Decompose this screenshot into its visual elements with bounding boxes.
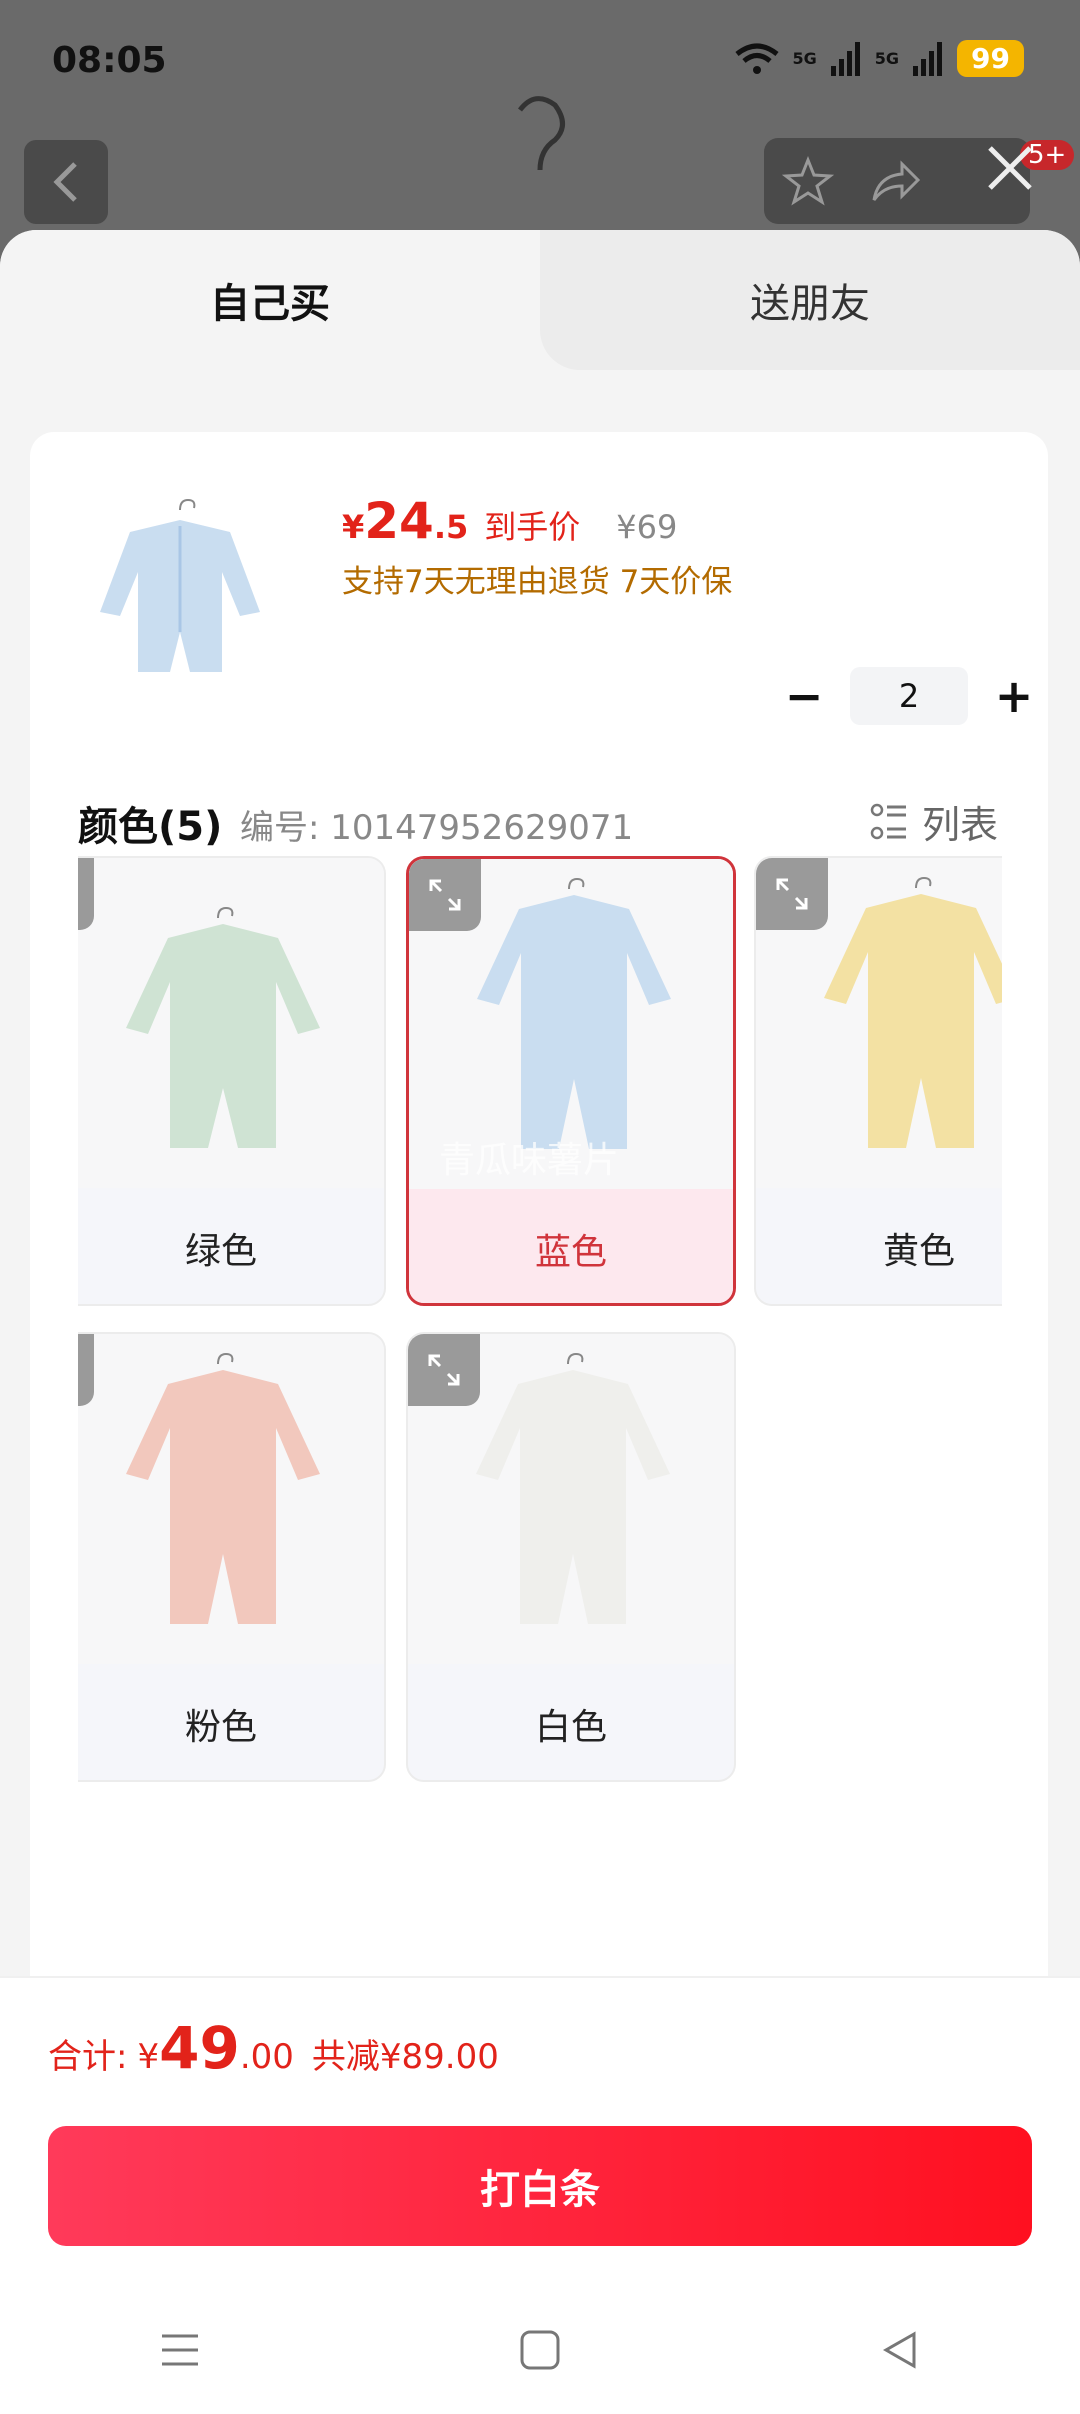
option-label: 绿色 (184, 1231, 257, 1272)
price-integer: 24 (364, 492, 434, 550)
option-label: 粉色 (184, 1707, 257, 1748)
total-decimal: .00 (239, 2037, 294, 2077)
hanger-icon (518, 96, 565, 171)
tab-send-friend[interactable]: 送朋友 (540, 230, 1080, 370)
original-price: ¥69 (616, 508, 678, 546)
quantity-stepper: − 2 + (772, 664, 1046, 728)
zoom-button[interactable] (756, 858, 828, 930)
product-thumbnail (100, 498, 260, 672)
garment-image-pink (126, 1352, 320, 1624)
signal-icon (830, 41, 860, 76)
discount-text: 共减¥89.00 (311, 2037, 499, 2077)
zoom-button[interactable] (409, 859, 481, 931)
color-option-yellow[interactable]: 黄色 (754, 856, 1002, 1306)
list-view-toggle[interactable]: 列表 (870, 794, 998, 849)
purchase-tabs: 送朋友 自己买 (0, 230, 1080, 370)
tab-buy-self[interactable]: 自己买 (0, 230, 540, 370)
total-price: 合计: ¥ 49 .00 共减¥89.00 (48, 2014, 499, 2082)
decrease-button[interactable]: − (772, 664, 836, 728)
quantity-input[interactable]: 2 (850, 667, 968, 725)
back-button[interactable] (24, 140, 108, 224)
expand-icon (428, 1354, 460, 1386)
option-label: 蓝色 (409, 1189, 733, 1303)
share-icon[interactable] (868, 156, 922, 208)
option-label: 黄色 (882, 1231, 955, 1272)
menu-icon[interactable] (158, 2330, 202, 2370)
signal-icon (913, 41, 943, 76)
network-label-1: 5G (792, 49, 817, 68)
background-page: 08:05 5G 5G 99 5+ (0, 0, 1080, 260)
network-label-2: 5G (874, 49, 900, 68)
home-icon[interactable] (518, 2328, 562, 2372)
close-icon[interactable] (978, 136, 1042, 200)
option-image (78, 1334, 384, 1664)
color-section-title: 颜色(5) (78, 804, 223, 850)
option-label: 白色 (534, 1707, 607, 1748)
image-watermark: 青瓜味薯片 (439, 1140, 620, 1181)
color-option-green[interactable]: 绿色 (78, 856, 386, 1306)
color-option-pink[interactable]: 粉色 (78, 1332, 386, 1782)
sku-number: 编号: 10147952629071 (240, 808, 634, 848)
star-icon[interactable] (782, 156, 834, 208)
price-label: 到手价 (484, 508, 581, 546)
wifi-icon (734, 43, 779, 74)
color-option-white[interactable]: 白色 (406, 1332, 736, 1782)
list-icon (870, 803, 906, 839)
sku-card: ¥ 24 .5 到手价 ¥69 支持7天无理由退货 7天价保 − 2 + 颜色(… (30, 432, 1048, 2232)
status-icons: 5G 5G 99 (734, 40, 1024, 77)
price-currency: ¥ (342, 508, 365, 546)
expand-icon (776, 878, 808, 910)
color-option-blue[interactable]: 青瓜味薯片 蓝色 (406, 856, 736, 1306)
expand-icon (429, 879, 461, 911)
total-currency: ¥ (137, 2037, 160, 2077)
total-integer: 49 (159, 2014, 240, 2082)
zoom-button[interactable] (78, 858, 94, 930)
list-toggle-label: 列表 (921, 803, 998, 847)
total-label: 合计: (48, 2037, 128, 2077)
chevron-left-icon (53, 162, 77, 202)
zoom-button[interactable] (408, 1334, 480, 1406)
option-image (78, 858, 384, 1188)
back-triangle-icon[interactable] (878, 2328, 922, 2372)
color-options-grid: 绿色 青瓜味薯片 蓝色 黄色 粉色 白色 (78, 856, 1002, 1816)
garment-image-green (126, 906, 320, 1148)
promo-text: 支持7天无理由退货 7天价保 (342, 564, 733, 600)
battery-indicator: 99 (957, 40, 1024, 77)
zoom-button[interactable] (78, 1334, 94, 1406)
buy-button[interactable]: 打白条 (48, 2126, 1032, 2246)
increase-button[interactable]: + (982, 664, 1046, 728)
checkout-bar: 合计: ¥ 49 .00 共减¥89.00 打白条 (0, 1976, 1080, 2414)
status-time: 08:05 (52, 40, 167, 81)
system-nav-bar (0, 2310, 1080, 2390)
price-block: ¥ 24 .5 到手价 ¥69 (342, 492, 677, 550)
price-decimal: .5 (433, 508, 469, 546)
